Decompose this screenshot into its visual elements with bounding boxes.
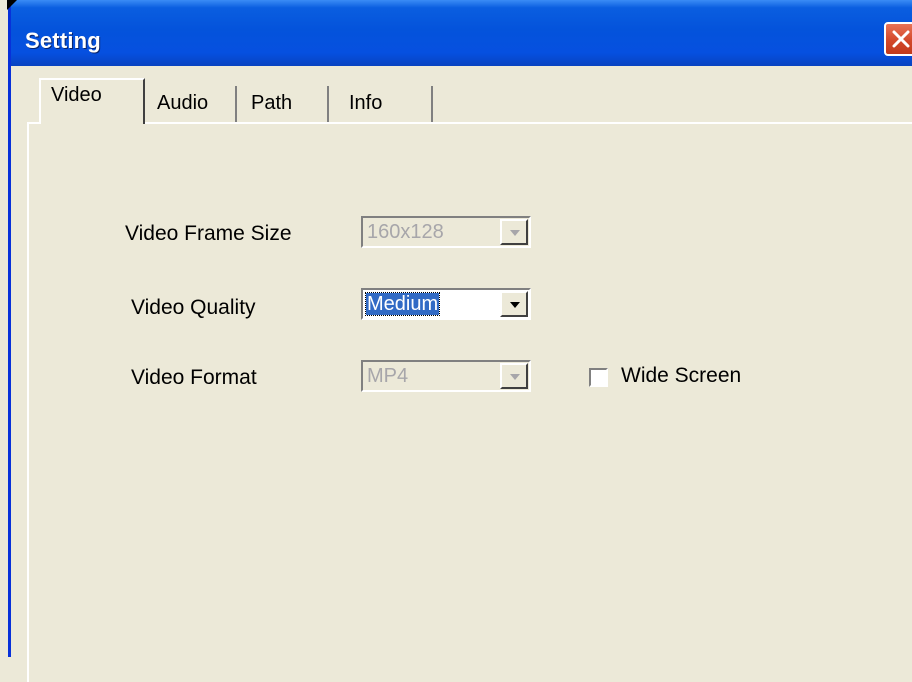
chevron-down-icon [510,374,520,380]
video-format-select[interactable]: MP4 [361,360,531,392]
wide-screen-checkbox[interactable] [589,368,608,387]
video-frame-size-value: 160x128 [367,221,444,243]
tab-audio-label: Audio [157,92,209,114]
video-quality-dropdown-button[interactable] [500,291,528,317]
close-button[interactable] [884,22,912,56]
video-frame-size-select[interactable]: 160x128 [361,216,531,248]
tab-info[interactable]: Info [329,86,433,124]
tab-audio[interactable]: Audio [145,86,237,124]
tab-info-label: Info [349,92,383,114]
title-bar[interactable]: Setting [7,0,912,66]
video-quality-label: Video Quality [131,296,256,319]
video-format-dropdown-button[interactable] [500,363,528,389]
video-format-label: Video Format [131,366,257,389]
wide-screen-label[interactable]: Wide Screen [621,364,741,388]
video-quality-value: Medium [364,292,441,316]
tab-video[interactable]: Video [39,78,145,124]
close-icon [892,30,910,48]
tab-path-label: Path [251,92,293,114]
video-frame-size-dropdown-button[interactable] [500,219,528,245]
window-corner [7,0,17,10]
video-tab-page [27,122,912,682]
video-frame-size-label: Video Frame Size [125,222,292,245]
chevron-down-icon [510,230,520,236]
window-title: Setting [25,28,101,53]
setting-dialog: Setting Video Audio Path Info Video Fram… [7,0,912,682]
chevron-down-icon [510,302,520,308]
tab-path[interactable]: Path [237,86,329,124]
video-format-value: MP4 [367,365,409,387]
tab-video-label: Video [51,84,102,106]
tab-strip: Video Audio Path Info [21,78,912,124]
video-quality-select[interactable]: Medium [361,288,531,320]
